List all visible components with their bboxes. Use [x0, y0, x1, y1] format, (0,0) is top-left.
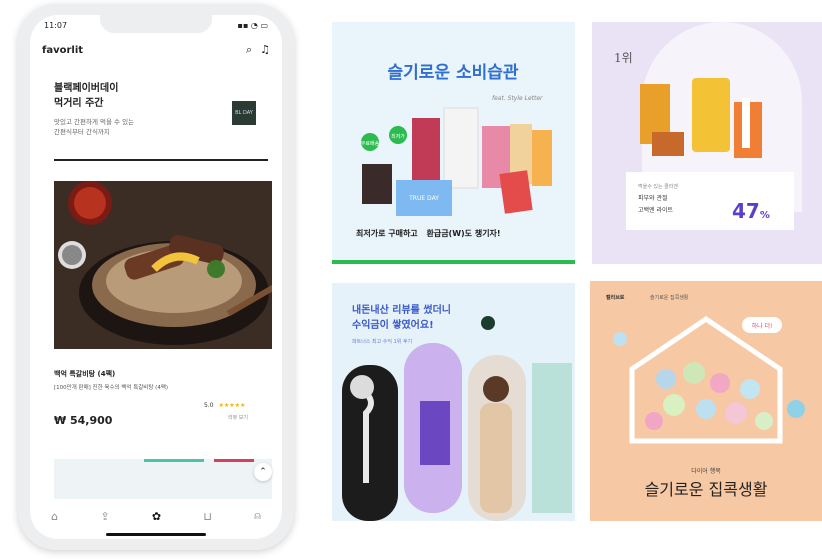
chevron-up-icon: ⌃: [259, 467, 267, 477]
card-2-box-title-2: 피부와 관절: [638, 194, 668, 202]
card-4-small: 다이어 행복: [691, 467, 721, 475]
status-time: 11:07: [44, 21, 68, 30]
card-4-tag: 하나 더!: [752, 322, 773, 330]
card-4-brand: 캘리브로: [606, 294, 625, 301]
rating-value: 5.0: [204, 402, 214, 409]
share-icon[interactable]: ⇪: [100, 510, 109, 523]
phone-screen: 11:07 ▪▪ ◔ ▭ favorlit ⌕ ♫ 블랙페이버데이 먹거리 주간…: [30, 15, 282, 539]
bottom-tab-bar: ⌂ ⇪ ✿ ⊔ ⍝: [30, 503, 282, 529]
banner-title-line-1: 블랙페이버데이: [54, 83, 119, 94]
card-3-headline-1: 내돈내산 리뷰를 썼더니: [352, 303, 451, 316]
card-3-subline: 파트너스 최고 수익 1위 후기: [352, 338, 412, 345]
banner-desc-line-2: 간편식부터 간식까지: [54, 128, 110, 136]
card-1-tag-2: 최저가: [391, 133, 405, 140]
card-1-tag-1: 무료배송: [361, 140, 380, 147]
promo-card-collagen[interactable]: 1위 먹을수 있는 콜라겐 피부와 관절 고백엔 라이트 47%: [592, 22, 822, 264]
card-4-brand-sub: 슬기로운 집콕생활: [650, 294, 689, 301]
app-bar-actions: ⌕ ♫: [246, 43, 270, 57]
svg-text:최저가로 구매하고 환급금(W)도 챙기자!: 최저가로 구매하고 환급금(W)도 챙기자!: [356, 228, 501, 238]
promo-card-review-earnings[interactable]: 내돈내산 리뷰를 썼더니 수익금이 쌓였어요! 파트너스 최고 수익 1위 후기: [332, 283, 575, 521]
product-rating: 5.0 ★★★★★: [204, 402, 245, 409]
card-1-signature: feat. Style Letter: [492, 95, 543, 102]
cart-icon[interactable]: ⊔: [203, 510, 212, 523]
card-2-rank: 1위: [614, 51, 633, 65]
app-title: favorlit: [42, 44, 84, 56]
card-4-graphic: 캘리브로 슬기로운 집콕생활 하나 더! 다이어 행복 슬기로운 집콕생활: [590, 281, 822, 521]
status-bar: 11:07 ▪▪ ◔ ▭: [44, 21, 268, 30]
pen-shape: [214, 459, 254, 462]
home-icon[interactable]: ⌂: [51, 510, 58, 523]
rating-stars: ★★★★★: [218, 402, 246, 409]
card-2-percent-suffix: %: [760, 210, 770, 221]
card-1-headline: 슬기로운 소비습관: [387, 63, 518, 83]
card-2-box-title-3: 고백엔 라이트: [638, 206, 674, 214]
product-subtitle: [100만개 판매] 진한 육수의 백억 특갈비탕 (4팩): [54, 385, 169, 391]
banner-title-line-2: 먹거리 주간: [54, 98, 104, 109]
search-icon[interactable]: ⌕: [246, 43, 252, 57]
user-icon[interactable]: ⍝: [254, 509, 261, 523]
product-image[interactable]: [54, 181, 272, 349]
card-1-box-label: TRUE DAY: [408, 195, 439, 202]
scroll-top-button[interactable]: ⌃: [254, 463, 272, 481]
card-2-percent: 47: [732, 199, 760, 223]
product-price: ₩ 54,900: [54, 414, 113, 427]
home-indicator: [106, 533, 206, 536]
banner-description: 맛있고 간편하게 먹을 수 있는 간편식부터 간식까지: [54, 117, 204, 137]
bell-icon[interactable]: ♫: [260, 43, 270, 57]
card-4-headline: 슬기로운 집콕생활: [645, 480, 768, 499]
app-bar: favorlit ⌕ ♫: [42, 43, 270, 57]
pen-shape: [144, 459, 204, 462]
review-link[interactable]: 리뷰 보기: [228, 414, 248, 421]
status-icons: ▪▪ ◔ ▭: [237, 21, 268, 30]
card-1-caption-a: 최저가로 구매하고: [356, 228, 418, 238]
next-product-preview[interactable]: [54, 459, 272, 499]
food-photo-illustration: [54, 181, 272, 349]
card-2-graphic: 1위 먹을수 있는 콜라겐 피부와 관절 고백엔 라이트 47%: [592, 22, 822, 264]
promo-card-shopping-habit[interactable]: 슬기로운 소비습관 feat. Style Letter 무료배송 최저가 TR…: [332, 22, 575, 264]
promo-card-home-life[interactable]: 캘리브로 슬기로운 집콕생활 하나 더! 다이어 행복 슬기로운 집콕생활: [590, 281, 822, 521]
banner-badge: BL DAY: [232, 101, 256, 125]
card-1-graphic: 슬기로운 소비습관 feat. Style Letter 무료배송 최저가 TR…: [332, 22, 575, 264]
flower-icon[interactable]: ✿: [152, 510, 161, 523]
phone-mockup: 11:07 ▪▪ ◔ ▭ favorlit ⌕ ♫ 블랙페이버데이 먹거리 주간…: [18, 4, 294, 550]
card-2-box-title-1: 먹을수 있는 콜라겐: [638, 183, 678, 190]
card-1-caption-b: 환급금(W)도 챙기자!: [426, 228, 500, 238]
banner-divider: [54, 159, 268, 161]
product-name[interactable]: 백억 특갈비탕 (4팩): [54, 369, 115, 379]
banner-desc-line-1: 맛있고 간편하게 먹을 수 있는: [54, 118, 135, 126]
card-3-graphic: 내돈내산 리뷰를 썼더니 수익금이 쌓였어요! 파트너스 최고 수익 1위 후기: [332, 283, 575, 521]
card-3-headline-2: 수익금이 쌓였어요!: [352, 318, 434, 331]
banner-title: 블랙페이버데이 먹거리 주간: [54, 81, 214, 111]
